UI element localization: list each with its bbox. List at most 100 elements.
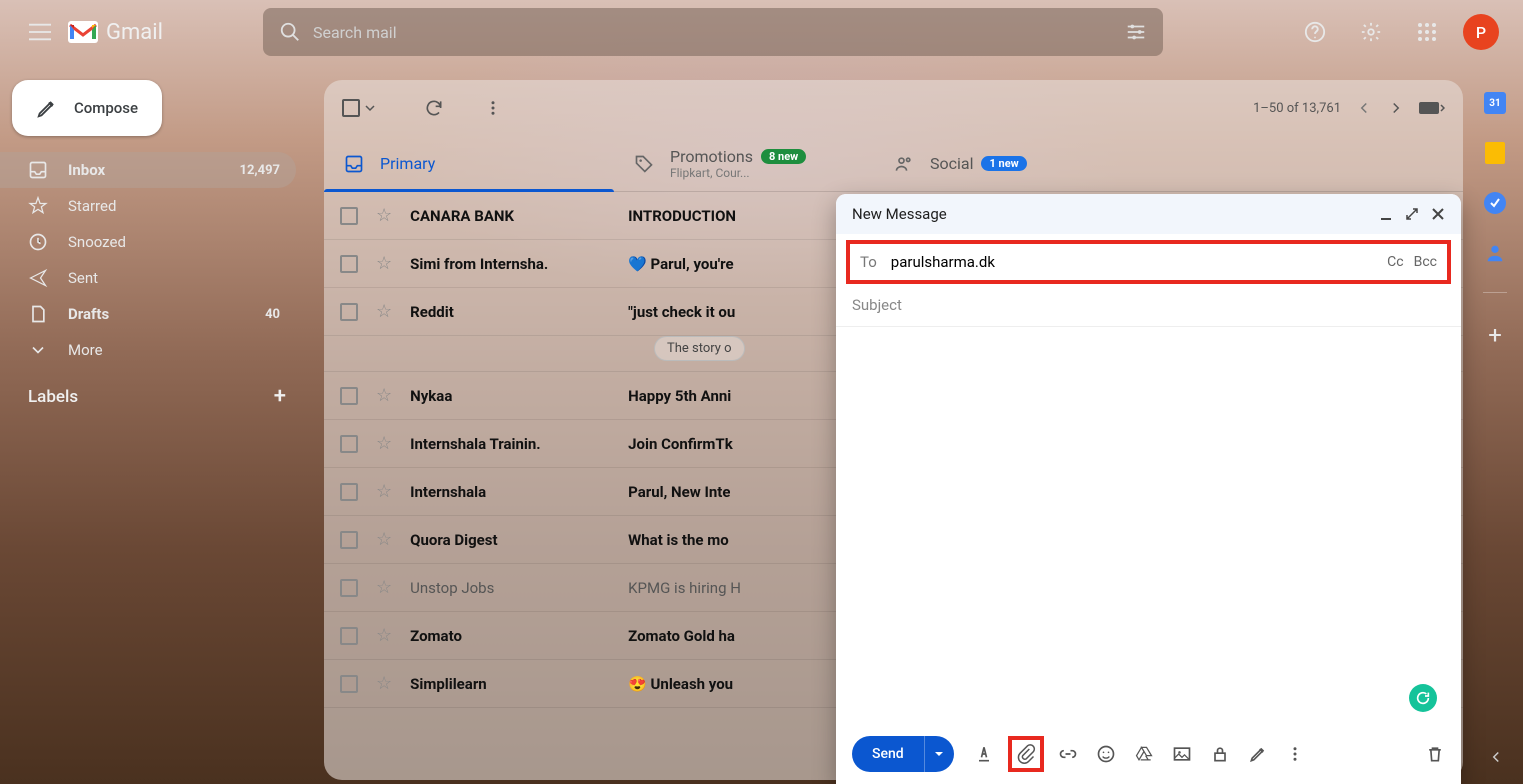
subject: 💙 Parul, you're xyxy=(628,255,733,273)
more-button[interactable] xyxy=(484,99,502,117)
star-button[interactable]: ☆ xyxy=(376,625,392,646)
file-icon xyxy=(28,304,48,324)
refresh-button[interactable] xyxy=(424,98,444,118)
star-button[interactable]: ☆ xyxy=(376,385,392,406)
insert-emoji-button[interactable] xyxy=(1096,744,1116,764)
star-button[interactable]: ☆ xyxy=(376,577,392,598)
inbox-icon xyxy=(344,154,364,174)
tab-promotions[interactable]: Promotions 8 new Flipkart, Cour... xyxy=(614,136,874,191)
star-button[interactable]: ☆ xyxy=(376,301,392,322)
gmail-logo[interactable]: Gmail xyxy=(68,20,163,45)
tab-primary-label: Primary xyxy=(380,154,435,173)
star-button[interactable]: ☆ xyxy=(376,253,392,274)
promotions-sub: Flipkart, Cour... xyxy=(670,166,806,180)
search-bar[interactable] xyxy=(263,8,1163,56)
tab-social[interactable]: Social 1 new xyxy=(874,136,1134,191)
subject: Happy 5th Anni xyxy=(628,387,731,405)
star-icon xyxy=(28,196,48,216)
compose-body[interactable] xyxy=(836,327,1461,724)
select-all-checkbox[interactable] xyxy=(342,99,376,117)
sender: Quora Digest xyxy=(410,531,610,549)
sidebar-item-inbox[interactable]: Inbox 12,497 xyxy=(0,152,296,188)
keep-app-icon[interactable] xyxy=(1485,142,1505,164)
labels-header: Labels + xyxy=(0,368,310,409)
compose-window: New Message To Cc Bcc Send xyxy=(836,194,1461,784)
contacts-app-icon[interactable] xyxy=(1484,242,1506,264)
insert-photo-button[interactable] xyxy=(1172,744,1192,764)
close-button[interactable] xyxy=(1431,207,1445,221)
search-icon xyxy=(279,21,301,43)
insert-signature-button[interactable] xyxy=(1248,744,1268,764)
star-button[interactable]: ☆ xyxy=(376,433,392,454)
to-label: To xyxy=(860,253,877,271)
prev-page-button[interactable] xyxy=(1355,99,1373,117)
compose-header[interactable]: New Message xyxy=(836,194,1461,234)
formatting-button[interactable] xyxy=(974,744,994,764)
apps-button[interactable] xyxy=(1407,12,1447,52)
row-checkbox[interactable] xyxy=(340,531,358,549)
row-checkbox[interactable] xyxy=(340,627,358,645)
row-checkbox[interactable] xyxy=(340,303,358,321)
calendar-app-icon[interactable]: 31 xyxy=(1484,92,1506,114)
insert-drive-button[interactable] xyxy=(1134,744,1154,764)
attachment-chip[interactable]: The story o xyxy=(654,336,745,361)
add-app-button[interactable]: + xyxy=(1488,321,1502,349)
insert-link-button[interactable] xyxy=(1058,744,1078,764)
minimize-button[interactable] xyxy=(1379,207,1393,221)
sidebar-item-sent[interactable]: Sent xyxy=(0,260,296,296)
fullscreen-button[interactable] xyxy=(1405,207,1419,221)
row-checkbox[interactable] xyxy=(340,387,358,405)
confidential-mode-button[interactable] xyxy=(1210,744,1230,764)
bcc-button[interactable]: Bcc xyxy=(1414,254,1437,270)
row-checkbox[interactable] xyxy=(340,483,358,501)
sender: Zomato xyxy=(410,627,610,645)
search-options-icon[interactable] xyxy=(1125,21,1147,43)
row-checkbox[interactable] xyxy=(340,207,358,225)
header: Gmail P xyxy=(0,0,1523,64)
star-button[interactable]: ☆ xyxy=(376,481,392,502)
next-page-button[interactable] xyxy=(1387,99,1405,117)
sender: Unstop Jobs xyxy=(410,579,610,597)
sidebar-item-more[interactable]: More xyxy=(0,332,296,368)
to-input[interactable] xyxy=(891,253,1387,271)
compose-footer: Send xyxy=(836,724,1461,784)
inbox-icon xyxy=(28,160,48,180)
more-options-button[interactable] xyxy=(1286,745,1304,763)
grammarly-icon[interactable] xyxy=(1409,684,1437,712)
send-button-group: Send xyxy=(852,736,954,772)
sidebar-item-starred[interactable]: Starred xyxy=(0,188,296,224)
star-button[interactable]: ☆ xyxy=(376,673,392,694)
clock-icon xyxy=(28,232,48,252)
tab-primary[interactable]: Primary xyxy=(324,136,614,191)
account-avatar[interactable]: P xyxy=(1463,14,1499,50)
star-button[interactable]: ☆ xyxy=(376,529,392,550)
input-tools-button[interactable] xyxy=(1419,100,1445,116)
send-options-button[interactable] xyxy=(924,736,954,772)
add-label-button[interactable]: + xyxy=(274,384,286,409)
show-side-panel-button[interactable] xyxy=(1487,748,1505,766)
main-menu-button[interactable] xyxy=(16,8,64,56)
discard-draft-button[interactable] xyxy=(1425,744,1445,764)
tasks-app-icon[interactable] xyxy=(1484,192,1506,214)
gmail-icon xyxy=(68,21,98,43)
row-checkbox[interactable] xyxy=(340,255,358,273)
search-input[interactable] xyxy=(301,23,1125,42)
star-button[interactable]: ☆ xyxy=(376,205,392,226)
row-checkbox[interactable] xyxy=(340,435,358,453)
drafts-count: 40 xyxy=(265,307,280,322)
settings-button[interactable] xyxy=(1351,12,1391,52)
to-field-highlighted: To Cc Bcc xyxy=(846,240,1451,284)
row-checkbox[interactable] xyxy=(340,579,358,597)
sidebar-item-snoozed[interactable]: Snoozed xyxy=(0,224,296,260)
compose-button[interactable]: Compose xyxy=(12,80,162,136)
cc-button[interactable]: Cc xyxy=(1387,254,1403,270)
sidebar: Compose Inbox 12,497 Starred Snoozed Sen… xyxy=(0,64,310,409)
send-button[interactable]: Send xyxy=(852,736,924,772)
attach-file-button-highlighted[interactable] xyxy=(1008,736,1044,772)
row-checkbox[interactable] xyxy=(340,675,358,693)
sidebar-item-drafts[interactable]: Drafts 40 xyxy=(0,296,296,332)
support-button[interactable] xyxy=(1295,12,1335,52)
subject-input[interactable] xyxy=(836,284,1461,327)
sender: Simplilearn xyxy=(410,675,610,693)
subject: KPMG is hiring H xyxy=(628,579,741,597)
